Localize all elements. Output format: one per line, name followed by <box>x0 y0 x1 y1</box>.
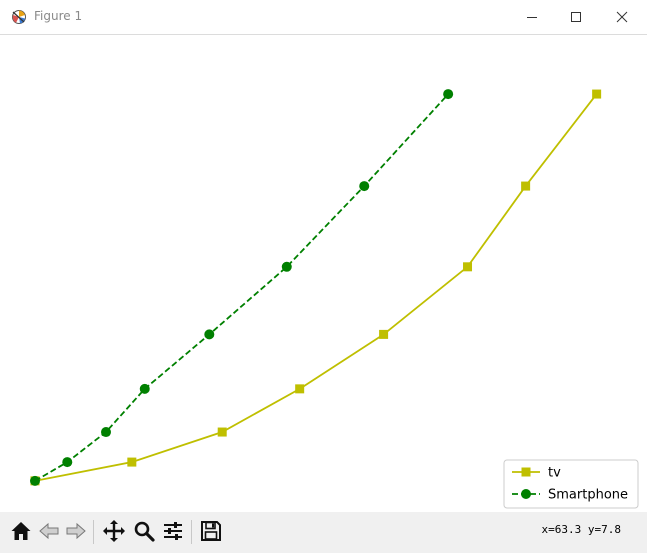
cursor-coordinates: x=63.3 y=7.8 <box>541 523 621 536</box>
minimize-button[interactable] <box>509 0 555 34</box>
zoom-button[interactable] <box>131 518 157 544</box>
data-point-tv <box>521 181 531 191</box>
pan-icon <box>103 520 125 542</box>
series-line-tv <box>34 93 598 482</box>
legend-label-smartphone: Smartphone <box>548 488 628 503</box>
data-point-smartphone <box>62 457 73 468</box>
data-point-smartphone <box>443 89 454 100</box>
home-button[interactable] <box>8 518 34 544</box>
line-chart: tv Smartphone <box>30 89 639 509</box>
toolbar-divider <box>93 520 94 544</box>
data-point-smartphone <box>139 383 150 394</box>
maximize-button[interactable] <box>553 0 599 34</box>
home-icon <box>11 522 31 540</box>
forward-button[interactable] <box>63 518 89 544</box>
title-bar[interactable]: Figure 1 <box>0 0 647 35</box>
data-point-smartphone <box>281 261 292 272</box>
close-icon <box>616 11 628 23</box>
legend-marker-smartphone <box>521 489 531 499</box>
forward-icon <box>66 522 86 540</box>
maximize-icon <box>571 12 581 22</box>
figure-window: Figure 1 tv Smartphone x=63.3 y=7.8 <box>0 0 647 553</box>
data-point-smartphone <box>359 181 370 192</box>
window-title: Figure 1 <box>34 9 83 23</box>
minimize-icon <box>527 17 537 18</box>
data-point-smartphone <box>101 427 112 438</box>
back-button[interactable] <box>36 518 62 544</box>
save-icon <box>201 521 221 541</box>
save-button[interactable] <box>198 518 224 544</box>
data-point-tv <box>592 89 602 99</box>
data-point-smartphone <box>204 329 215 340</box>
zoom-icon <box>134 521 155 542</box>
pan-button[interactable] <box>101 518 127 544</box>
matplotlib-app-icon <box>12 10 26 24</box>
configure-subplots-button[interactable] <box>160 518 186 544</box>
navigation-toolbar: x=63.3 y=7.8 <box>0 512 647 553</box>
close-button[interactable] <box>599 0 645 34</box>
configure-subplots-icon <box>164 522 182 540</box>
toolbar-divider <box>191 520 192 544</box>
data-point-tv <box>463 262 473 272</box>
data-point-tv <box>127 457 137 467</box>
series-line-smartphone <box>34 93 449 482</box>
back-icon <box>39 522 59 540</box>
legend-label-tv: tv <box>548 466 561 481</box>
data-point-tv <box>379 329 389 339</box>
data-point-tv <box>217 427 227 437</box>
data-point-smartphone <box>30 475 40 486</box>
data-point-tv <box>295 384 305 394</box>
figure-canvas[interactable]: tv Smartphone <box>6 35 641 512</box>
legend-marker-tv <box>521 467 531 477</box>
